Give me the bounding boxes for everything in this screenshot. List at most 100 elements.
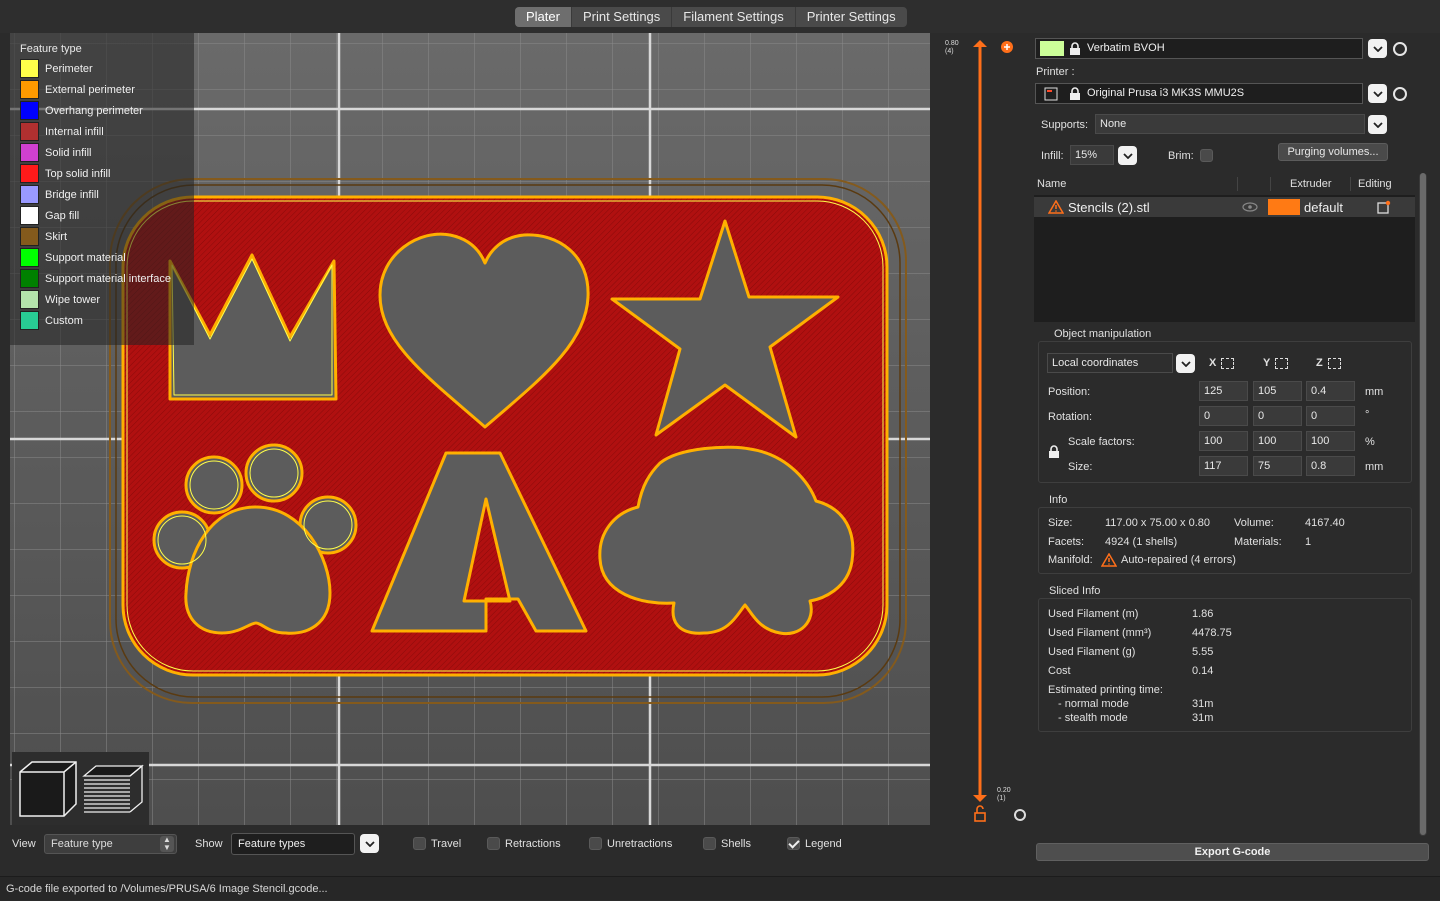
legend-label: Support material interface (45, 272, 171, 285)
retractions-checkbox[interactable] (487, 837, 500, 850)
object-list: Name Extruder Editing Stencils (2).stl d… (1034, 173, 1415, 322)
legend-swatch (20, 227, 39, 246)
extruder-value[interactable]: default (1304, 200, 1343, 215)
chevron-down-icon (364, 840, 375, 847)
legend-swatch (20, 248, 39, 267)
position-z-input[interactable]: 0.4 (1306, 381, 1355, 401)
supports-dropdown-button[interactable] (1368, 115, 1387, 134)
legend-label: Top solid infill (45, 167, 111, 180)
axis-z-label: Z (1316, 357, 1323, 369)
eye-icon[interactable] (1242, 202, 1258, 212)
legend-checkbox[interactable] (787, 837, 800, 850)
layers-view-icon[interactable] (82, 764, 144, 813)
object-row[interactable]: Stencils (2).stl default (1034, 197, 1415, 217)
legend-label: Legend (805, 838, 842, 850)
warning-icon (1101, 553, 1117, 567)
position-x-input[interactable]: 125 (1199, 381, 1248, 401)
infill-select[interactable]: 15% (1070, 145, 1114, 165)
object-manipulation-panel: Local coordinates X Y Z Position: 125 10… (1038, 341, 1412, 483)
sidebar-scrollbar[interactable] (1419, 173, 1427, 836)
position-y-input[interactable]: 105 (1253, 381, 1302, 401)
size-y-input[interactable]: 75 (1253, 456, 1302, 476)
legend-label: Support material (45, 251, 126, 264)
legend-label: Perimeter (45, 62, 93, 75)
legend-swatch (20, 185, 39, 204)
rotation-x-input[interactable]: 0 (1199, 406, 1248, 426)
slider-track (973, 40, 1026, 822)
tab-plater[interactable]: Plater (515, 7, 572, 27)
size-x-input[interactable]: 117 (1199, 456, 1248, 476)
drop-to-bed-icon[interactable] (1221, 358, 1234, 369)
show-select[interactable]: Feature types (231, 833, 355, 855)
slider-bottom-thumb (973, 795, 987, 802)
scale-y-input[interactable]: 100 (1253, 431, 1302, 451)
info-facets-label: Facets: (1048, 536, 1085, 548)
sliced-row-value: 4478.75 (1192, 627, 1232, 639)
legend-item: Custom (20, 310, 194, 331)
size-label: Size: (1068, 461, 1093, 473)
legend-swatch (20, 269, 39, 288)
unretractions-checkbox[interactable] (589, 837, 602, 850)
chevron-down-icon (1122, 152, 1133, 159)
coordinates-dropdown-button[interactable] (1176, 354, 1195, 373)
legend-item: Gap fill (20, 205, 194, 226)
info-manifold-label: Manifold: (1048, 554, 1093, 566)
drop-to-bed-icon[interactable] (1328, 358, 1341, 369)
3d-view-icon[interactable] (19, 761, 77, 817)
retractions-label: Retractions (505, 838, 561, 850)
printer-settings-cog-icon[interactable] (1393, 87, 1407, 101)
chevron-down-icon (1372, 90, 1383, 97)
legend-swatch (20, 311, 39, 330)
scale-label: Scale factors: (1068, 436, 1135, 448)
legend-item: Perimeter (20, 58, 194, 79)
header-extruder[interactable]: Extruder (1290, 178, 1332, 190)
legend-item: Bridge infill (20, 184, 194, 205)
object-manipulation-title: Object manipulation (1054, 328, 1152, 340)
filament-dropdown-button[interactable] (1368, 39, 1387, 58)
tab-filament-settings[interactable]: Filament Settings (672, 7, 796, 27)
printer-combo[interactable]: Original Prusa i3 MK3S MMU2S (1035, 83, 1363, 104)
legend-item: Internal infill (20, 121, 194, 142)
legend-item: Solid infill (20, 142, 194, 163)
show-label: Show (195, 838, 223, 850)
tab-printer-settings[interactable]: Printer Settings (796, 7, 907, 27)
legend-swatch (20, 122, 39, 141)
supports-select[interactable]: None (1095, 114, 1365, 134)
brim-checkbox[interactable] (1200, 149, 1213, 162)
coordinates-select[interactable]: Local coordinates (1047, 353, 1173, 373)
legend-item: Overhang perimeter (20, 100, 194, 121)
scale-z-input[interactable]: 100 (1306, 431, 1355, 451)
unretractions-label: Unretractions (607, 838, 673, 850)
view-select[interactable]: Feature type ▲ ▼ (44, 834, 177, 854)
rotation-unit: ° (1365, 409, 1370, 421)
rotation-y-input[interactable]: 0 (1253, 406, 1302, 426)
shells-checkbox[interactable] (703, 837, 716, 850)
scrollbar-thumb[interactable] (1420, 173, 1426, 835)
rotation-z-input[interactable]: 0 (1306, 406, 1355, 426)
layer-slider[interactable]: 0.80 (4) 0.20 (1) (930, 33, 1030, 825)
printer-dropdown-button[interactable] (1368, 84, 1387, 103)
scale-x-input[interactable]: 100 (1199, 431, 1248, 451)
size-z-input[interactable]: 0.8 (1306, 456, 1355, 476)
printer-icon (1044, 87, 1058, 101)
lock-icon[interactable] (1048, 445, 1060, 459)
edit-icon[interactable] (1377, 200, 1391, 214)
object-name: Stencils (2).stl (1068, 200, 1150, 215)
header-editing[interactable]: Editing (1358, 178, 1392, 190)
travel-checkbox[interactable] (413, 837, 426, 850)
infill-dropdown-button[interactable] (1118, 146, 1137, 165)
legend-list: Perimeter External perimeter Overhang peri… (20, 58, 194, 331)
info-size-value: 117.00 x 75.00 x 0.80 (1105, 517, 1210, 529)
export-gcode-button[interactable]: Export G-code (1036, 843, 1429, 861)
info-materials-label: Materials: (1234, 536, 1282, 548)
size-unit: mm (1365, 461, 1384, 473)
header-name[interactable]: Name (1037, 178, 1066, 190)
drop-to-bed-icon[interactable] (1275, 358, 1288, 369)
tab-print-settings[interactable]: Print Settings (572, 7, 673, 27)
extruder-color-swatch (1268, 199, 1300, 215)
show-dropdown-button[interactable] (360, 834, 379, 853)
sliced-row-value: 5.55 (1192, 646, 1214, 658)
filament-settings-cog-icon[interactable] (1393, 42, 1407, 56)
purging-volumes-button[interactable]: Purging volumes... (1278, 143, 1388, 161)
filament-combo[interactable]: Verbatim BVOH (1035, 38, 1363, 59)
